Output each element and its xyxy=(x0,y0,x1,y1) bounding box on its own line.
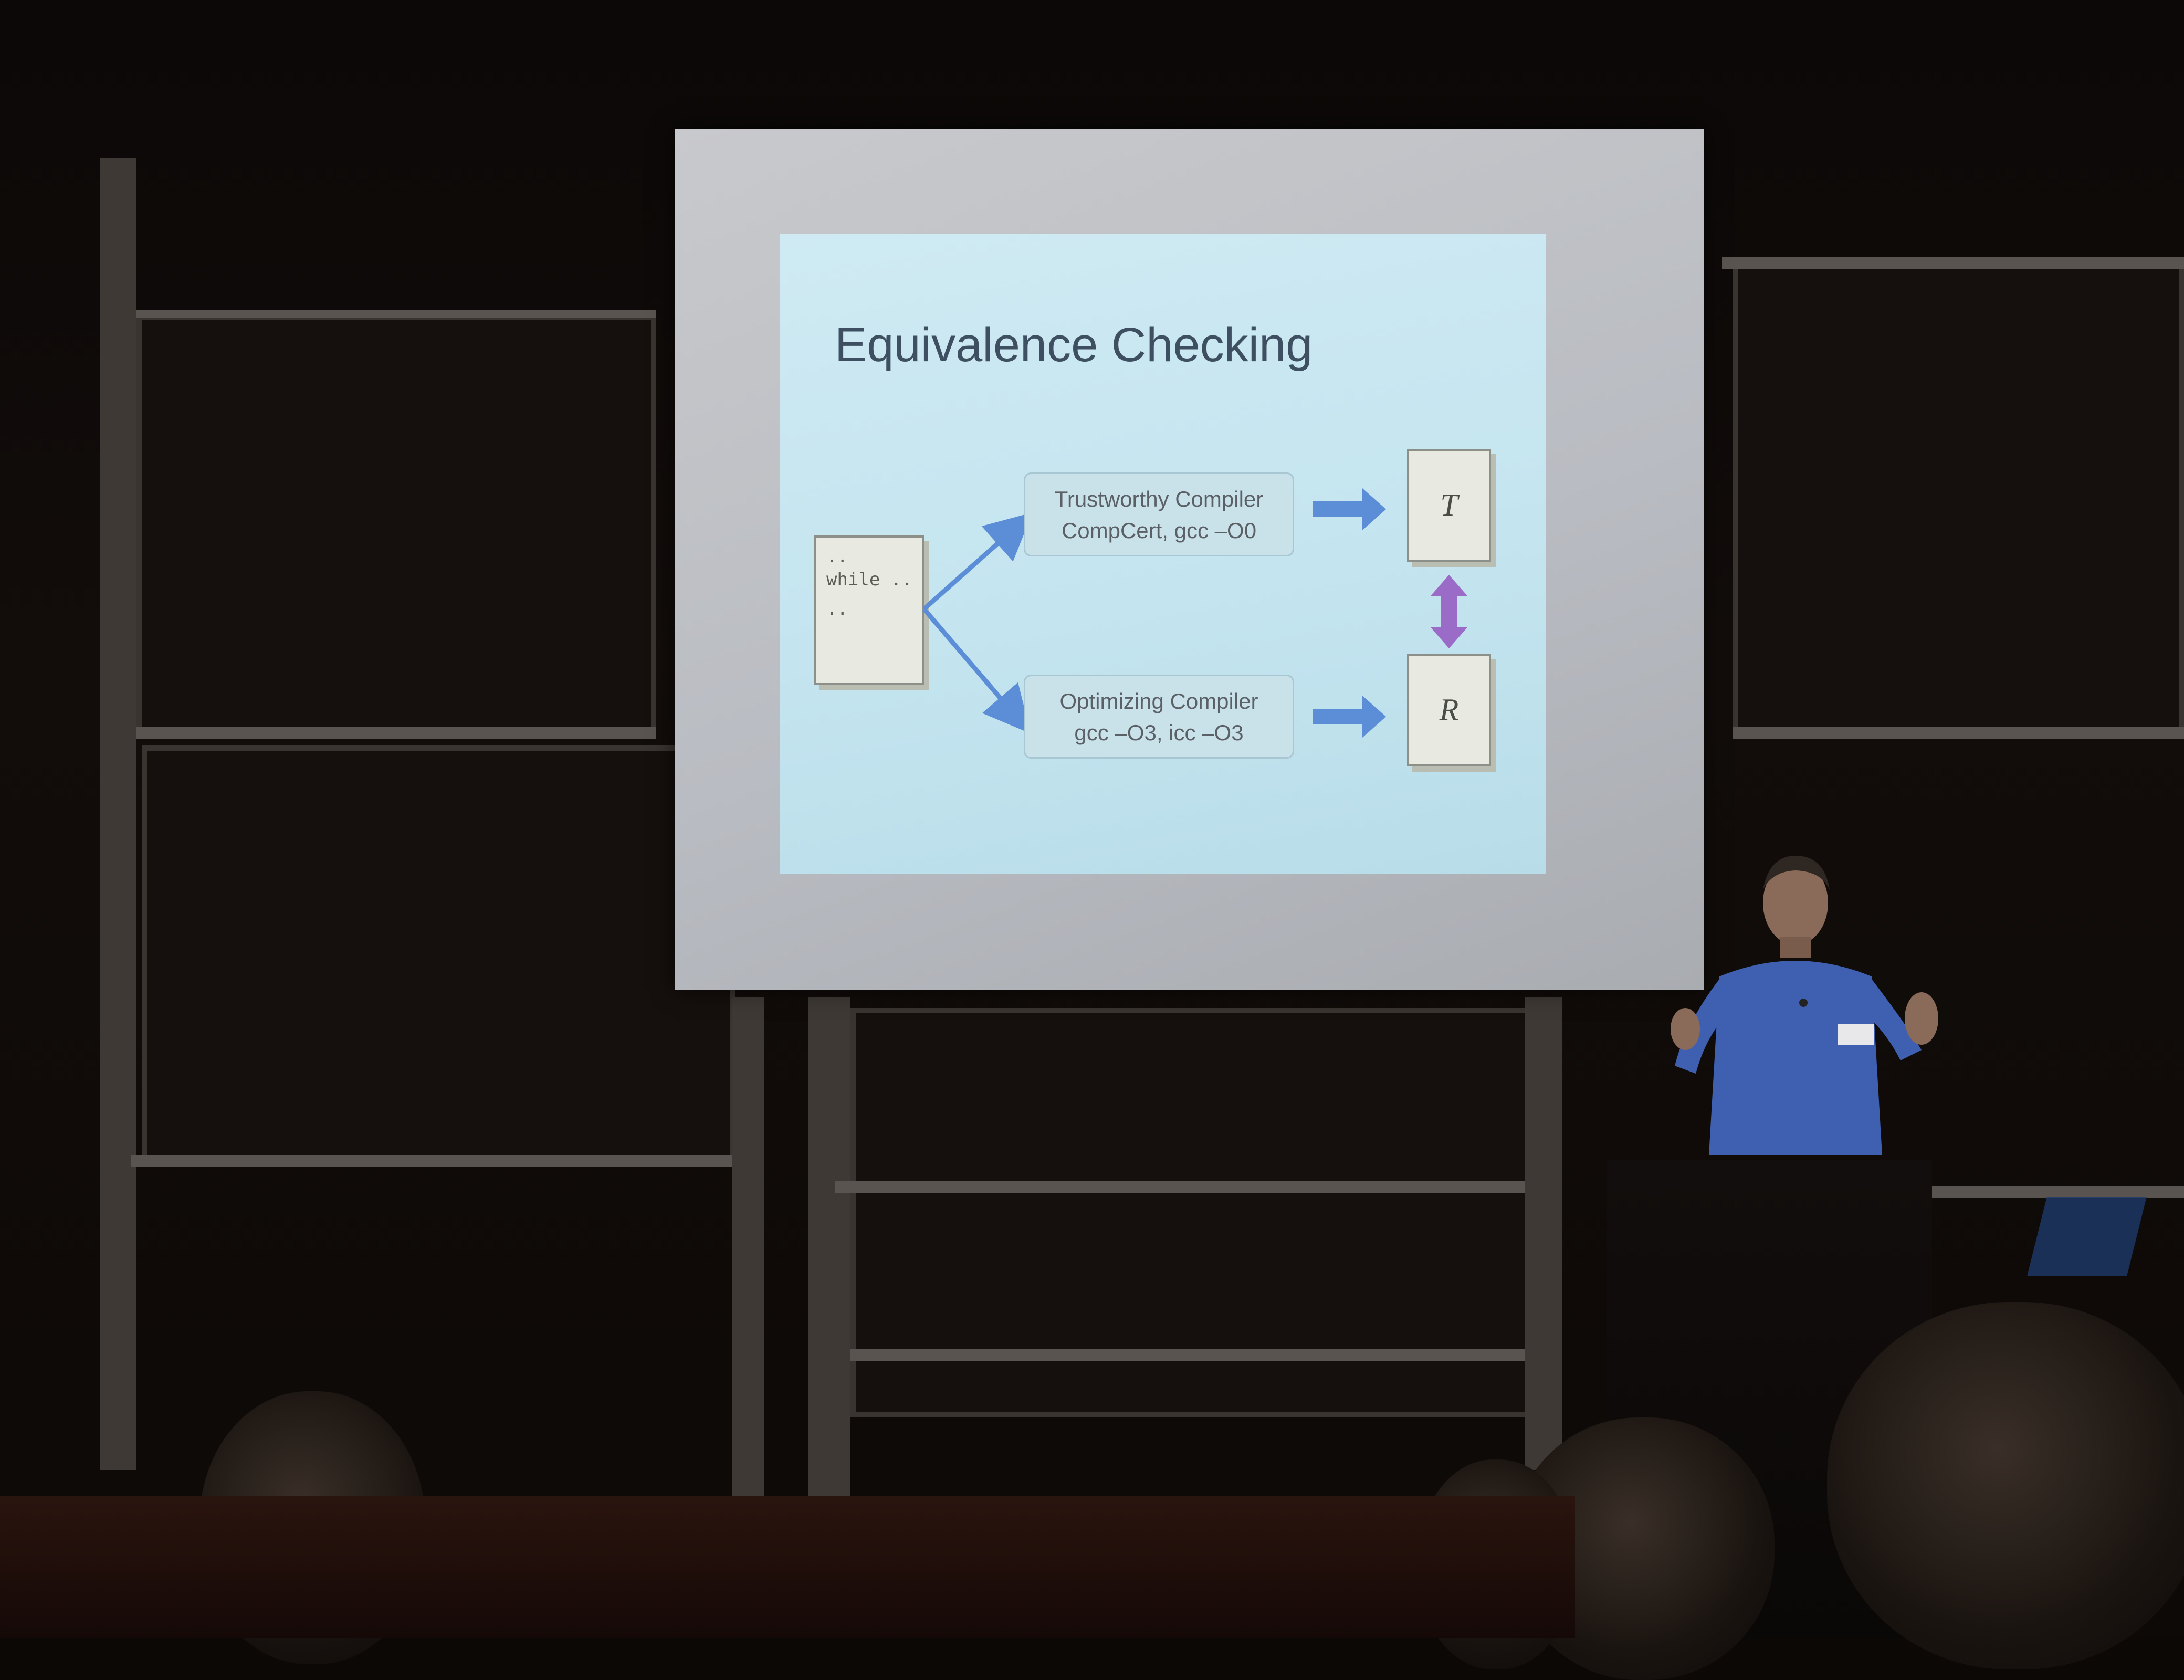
arrow-to-optimizing-compiler xyxy=(922,607,1031,734)
chalkboard-right-upper xyxy=(1732,262,2184,735)
name-badge xyxy=(1838,1024,1874,1045)
trusted-output-document: T xyxy=(1407,449,1491,562)
trustworthy-compiler-examples: CompCert, gcc –O0 xyxy=(1061,518,1257,543)
auditorium-seat-row xyxy=(0,1496,1575,1638)
chalk-rail-left-top xyxy=(136,310,656,318)
presentation-slide: Equivalence Checking .. while .. .. Trus… xyxy=(780,234,1546,874)
block-arrow-to-R xyxy=(1312,696,1386,738)
audience-head-right xyxy=(1827,1302,2184,1670)
board-post-center-right xyxy=(1525,998,1562,1470)
optimizing-compiler-box: Optimizing Compiler gcc –O3, icc –O3 xyxy=(1024,675,1294,759)
lapel-microphone xyxy=(1799,999,1808,1007)
optimizing-compiler-label: Optimizing Compiler xyxy=(1059,689,1258,713)
block-arrow-to-T xyxy=(1312,488,1386,530)
chalkboard-left-lower xyxy=(142,746,735,1166)
chalk-rail-right xyxy=(1732,727,2184,739)
board-post-center xyxy=(808,998,850,1496)
speaker-right-hand xyxy=(1905,992,1938,1045)
chalk-rail-right-top xyxy=(1722,257,2184,269)
chalk-rail-left xyxy=(136,727,656,739)
arrow-to-trustworthy-compiler xyxy=(922,512,1033,611)
trustworthy-compiler-label: Trustworthy Compiler xyxy=(1054,487,1264,511)
equivalence-double-arrow xyxy=(1431,575,1467,648)
laptop-screen xyxy=(2027,1197,2147,1276)
speaker-shirt xyxy=(1709,961,1882,1155)
output-label-T: T xyxy=(1440,488,1458,522)
speaker-left-hand xyxy=(1671,1008,1700,1050)
optimizing-compiler-examples: gcc –O3, icc –O3 xyxy=(1074,720,1244,745)
chalk-rail-center xyxy=(835,1181,1538,1193)
chalk-rail-center-lower xyxy=(850,1349,1538,1361)
chalk-rail-left-lower xyxy=(131,1155,735,1167)
board-post-center-left xyxy=(732,998,764,1496)
board-post-left xyxy=(100,158,136,1470)
speaker xyxy=(1671,856,1938,1155)
optimized-output-document: R xyxy=(1407,654,1491,766)
chalkboard-left-upper xyxy=(136,315,656,735)
trustworthy-compiler-box: Trustworthy Compiler CompCert, gcc –O0 xyxy=(1024,472,1294,556)
output-label-R: R xyxy=(1439,692,1459,727)
chalk-rail-right-lower xyxy=(1890,1186,2184,1198)
speaker-neck xyxy=(1780,937,1811,958)
